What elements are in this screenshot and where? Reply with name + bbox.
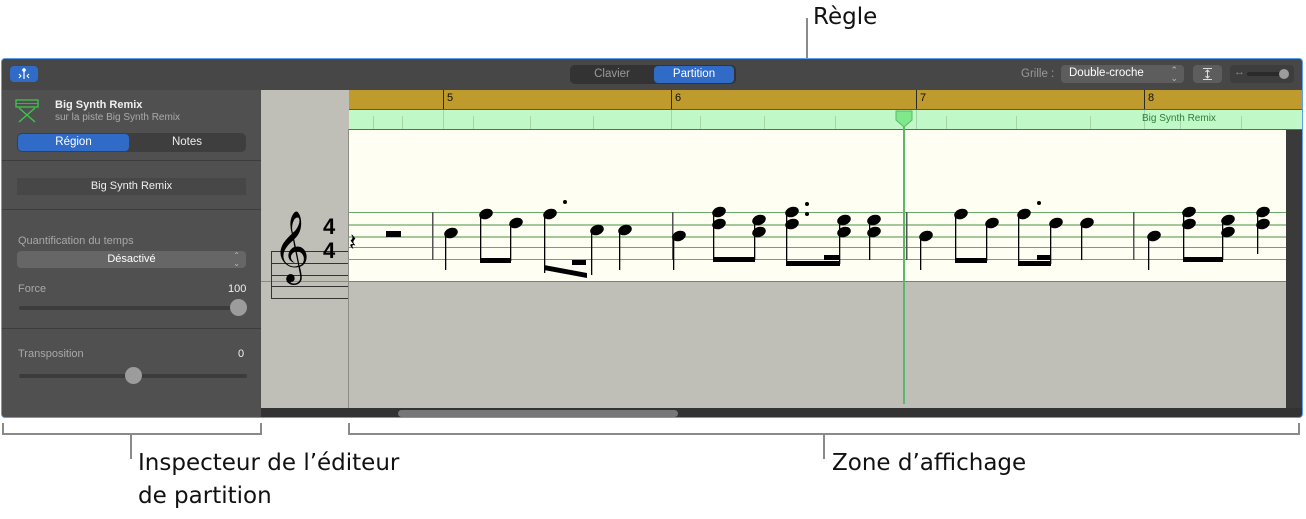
- strength-label: Force: [18, 283, 47, 295]
- staff-line: [349, 247, 1286, 248]
- beam: [713, 257, 755, 262]
- note-stem: [544, 214, 546, 273]
- region-name-value: Big Synth Remix: [90, 180, 173, 192]
- beam: [786, 261, 840, 266]
- inspector-separator: [2, 209, 261, 210]
- half-rest: [386, 231, 401, 237]
- transpose-value: 0: [238, 348, 245, 360]
- dot: [805, 212, 809, 216]
- inspector-separator: [2, 160, 261, 161]
- note-stem: [673, 236, 675, 270]
- note-stem: [839, 220, 841, 264]
- dot: [805, 202, 809, 206]
- barline: [1133, 212, 1135, 260]
- note-stem: [619, 230, 621, 270]
- catch-playhead-button[interactable]: [10, 66, 38, 82]
- dot: [563, 200, 567, 204]
- playhead-handle[interactable]: [894, 110, 914, 128]
- note-stem: [1081, 223, 1083, 260]
- keyboard-synth-icon: [15, 99, 39, 123]
- ruler-callout-label: Règle: [813, 4, 878, 30]
- note-stem: [1018, 214, 1020, 264]
- tab-clavier[interactable]: Clavier: [572, 66, 652, 83]
- beam: [1018, 261, 1051, 266]
- beam: [955, 258, 987, 263]
- vertical-scrollbar[interactable]: [1286, 130, 1302, 408]
- horizontal-zoom-knob[interactable]: [1279, 69, 1289, 79]
- note-stem: [1222, 220, 1224, 260]
- catch-playhead-icon: [18, 68, 30, 79]
- editor-toolbar: Clavier Partition Grille : Double-croche…: [2, 59, 1302, 90]
- note-stem: [510, 223, 512, 261]
- strength-value: 100: [228, 283, 247, 295]
- beam: [1037, 255, 1051, 260]
- note-stem: [955, 214, 957, 261]
- time-signature-top: 4: [323, 214, 336, 239]
- note-stem: [1257, 212, 1259, 254]
- vertical-resize-icon: [1203, 68, 1212, 80]
- transpose-slider-knob[interactable]: [124, 367, 142, 384]
- region-name-field[interactable]: Big Synth Remix: [17, 178, 246, 195]
- transpose-label: Transposition: [18, 348, 84, 360]
- tab-notes[interactable]: Notes: [130, 134, 244, 151]
- note-stem: [480, 214, 482, 261]
- inspector-callout-label-2: de partition: [138, 483, 272, 509]
- score-display-area: 5 6 7 8 Big Synth Remix 𝄞 4 4 𝄽: [261, 90, 1302, 417]
- beam: [572, 260, 586, 265]
- note-stem: [986, 223, 988, 261]
- note-stem: [869, 220, 871, 260]
- staff-line: [349, 224, 1286, 226]
- tab-region[interactable]: Région: [18, 134, 129, 151]
- horizontal-scrollbar-thumb[interactable]: [398, 410, 678, 417]
- quantize-label: Quantification du temps: [18, 235, 134, 247]
- beam: [544, 265, 587, 278]
- staff-line: [349, 236, 1286, 238]
- score-editor-window: Clavier Partition Grille : Double-croche…: [1, 58, 1303, 418]
- treble-clef-icon: 𝄞: [273, 211, 310, 285]
- beam: [1183, 257, 1223, 262]
- quantize-select[interactable]: Désactivé ⌃ ⌄: [17, 251, 246, 268]
- grid-select-value: Double-croche: [1069, 67, 1144, 79]
- track-name: Big Synth Remix: [55, 99, 143, 111]
- note-stem: [1148, 236, 1150, 270]
- vertical-zoom-button[interactable]: [1193, 65, 1222, 83]
- display-area-callout-label: Zone d’affichage: [832, 450, 1027, 476]
- horizontal-zoom-control: ↔: [1230, 65, 1294, 83]
- horizontal-resize-icon: ↔: [1234, 66, 1245, 78]
- grid-select[interactable]: Double-croche ⌃ ⌄: [1061, 65, 1184, 83]
- inspector-separator: [2, 328, 261, 329]
- barline: [906, 212, 908, 260]
- note-stem: [920, 236, 922, 270]
- barline: [432, 212, 434, 260]
- track-subtitle: sur la piste Big Synth Remix: [55, 112, 181, 123]
- chevron-updown-icon: ⌃ ⌄: [1170, 65, 1178, 83]
- note-stem: [754, 220, 756, 260]
- note-stem: [713, 212, 715, 260]
- time-signature-bottom: 4: [323, 238, 336, 263]
- note-stem: [591, 230, 593, 275]
- note-stem: [1183, 212, 1185, 260]
- grid-label: Grille :: [1021, 68, 1055, 80]
- dot: [1037, 201, 1041, 205]
- view-mode-segmented: Clavier Partition: [570, 65, 736, 84]
- strength-slider-knob[interactable]: [230, 299, 247, 316]
- chevron-updown-icon: ⌃ ⌄: [233, 251, 240, 268]
- quantize-value: Désactivé: [107, 253, 156, 265]
- playhead[interactable]: [903, 112, 905, 404]
- note-stem: [445, 233, 447, 270]
- beam: [824, 255, 839, 260]
- score-editor-inspector: Big Synth Remix sur la piste Big Synth R…: [2, 90, 261, 417]
- inspector-tabs: Région Notes: [17, 133, 246, 152]
- inspector-callout-label-1: Inspecteur de l’éditeur: [138, 450, 400, 476]
- notation-layer: 𝄞 44 𝄽: [273, 200, 1286, 285]
- beam: [480, 258, 511, 263]
- note-stem: [786, 212, 788, 264]
- strength-slider-track[interactable]: [19, 306, 247, 310]
- quarter-rest: 𝄽: [349, 229, 356, 256]
- tab-partition[interactable]: Partition: [654, 66, 734, 83]
